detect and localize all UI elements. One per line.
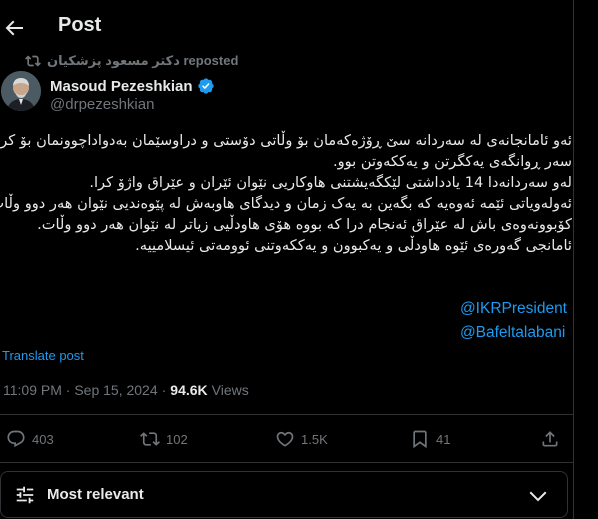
scrollbar[interactable] — [590, 0, 598, 519]
divider — [0, 462, 574, 463]
post-text: ئەو ئامانجانەی لە سەردانە سێ ڕۆژەکەمان ب… — [0, 130, 572, 256]
repost-indicator[interactable]: دکتر مسعود پزشکیان reposted — [25, 53, 238, 69]
post-line: کۆبوونەوەی باش لە عێراق ئەنجام درا کە بو… — [37, 216, 572, 233]
author-handle[interactable]: @drpezeshkian — [50, 96, 154, 113]
post-header: Post — [0, 0, 574, 56]
post-timestamp[interactable]: 11:09 PM · Sep 15, 2024 — [3, 382, 158, 398]
verified-badge-icon — [197, 78, 214, 94]
reply-button[interactable]: 403 — [6, 429, 54, 449]
views-count: 94.6K — [170, 382, 208, 398]
repost-count: 102 — [166, 431, 188, 447]
bookmark-icon — [413, 430, 427, 449]
reply-count: 403 — [32, 431, 54, 447]
heart-icon — [276, 431, 294, 447]
post-detail-column: Post دکتر مسعود پزشکیان reposted Masoud … — [0, 0, 574, 519]
share-icon — [542, 431, 558, 447]
translate-post-link[interactable]: Translate post — [2, 348, 84, 363]
sort-replies-dropdown[interactable]: Most relevant — [0, 471, 568, 518]
post-line: ئەولەویاتی ئێمە ئەوەیە کە بگەین بە یەک ز… — [0, 195, 572, 212]
post-line: ئەو ئامانجانەی لە سەردانە سێ ڕۆژەکەمان ب… — [0, 132, 572, 149]
views-label: Views — [211, 382, 249, 398]
like-count: 1.5K — [301, 431, 328, 447]
post-meta: 11:09 PM · Sep 15, 2024 · 94.6K Views — [3, 382, 249, 398]
bookmark-count: 41 — [436, 431, 451, 447]
back-arrow-icon[interactable] — [2, 16, 26, 40]
post-line: ئامانجی گەورەی ئێوە هاودڵی و یەکبوون و ی… — [135, 237, 572, 254]
post-line: سەر ڕوانگەی یەکگرتن و یەککەوتن بوو. — [332, 153, 572, 170]
filter-sliders-icon — [16, 486, 34, 504]
repost-icon — [140, 432, 160, 446]
chevron-down-icon — [529, 491, 547, 502]
sort-label: Most relevant — [47, 486, 144, 503]
mention-link[interactable]: @IKRPresident — [460, 297, 567, 321]
avatar-image — [1, 71, 41, 111]
repost-button[interactable]: 102 — [140, 429, 188, 449]
repost-icon — [25, 55, 41, 67]
meta-separator: · — [161, 382, 167, 398]
avatar[interactable] — [1, 71, 41, 111]
action-bar: 403 102 1.5K 41 — [0, 422, 574, 458]
divider — [0, 414, 574, 415]
page-title: Post — [58, 14, 102, 36]
post-mentions: @IKRPresident @Bafeltalabani — [460, 297, 567, 345]
author-name[interactable]: Masoud Pezeshkian — [50, 77, 215, 95]
post-line: لەو سەردانەدا 14 یادداشتی لێکگەیشتنی هاو… — [89, 174, 572, 191]
repost-text: دکتر مسعود پزشکیان reposted — [47, 53, 239, 68]
share-button[interactable] — [540, 429, 560, 449]
reply-icon — [7, 430, 25, 448]
like-button[interactable]: 1.5K — [275, 429, 328, 449]
bookmark-button[interactable]: 41 — [410, 429, 450, 449]
mention-link[interactable]: @Bafeltalabani — [460, 321, 567, 345]
